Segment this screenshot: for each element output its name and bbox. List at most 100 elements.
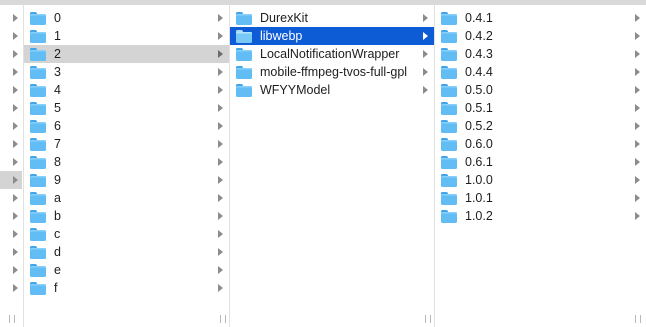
folder-name: 0.5.2 [465,119,493,133]
disclosure-triangle-icon[interactable] [635,104,640,112]
disclosure-triangle-icon[interactable] [13,86,18,94]
folder-row[interactable]: 7 [24,135,229,153]
column-resize-handle[interactable] [9,315,15,323]
disclosure-triangle-icon[interactable] [635,14,640,22]
disclosure-triangle-icon[interactable] [13,50,18,58]
folder-row[interactable]: b [24,207,229,225]
disclosure-triangle-icon[interactable] [218,68,223,76]
disclosure-triangle-icon[interactable] [218,104,223,112]
disclosure-triangle-icon[interactable] [635,158,640,166]
folder-row[interactable]: mobile-ffmpeg-tvos-full-gpl [230,63,434,81]
folder-row[interactable]: 1.0.2 [435,207,646,225]
previous-column-selected-row[interactable] [0,171,22,189]
column-folders-level-2[interactable]: DurexKit libwebp LocalNotificationWrapper m… [230,5,435,327]
folder-row[interactable]: f [24,279,229,297]
disclosure-triangle-icon[interactable] [13,122,18,130]
disclosure-triangle-icon[interactable] [218,284,223,292]
folder-row[interactable]: c [24,225,229,243]
disclosure-triangle-icon[interactable] [635,122,640,130]
folder-icon [30,227,46,241]
disclosure-triangle-icon[interactable] [218,266,223,274]
folder-row[interactable]: 1 [24,27,229,45]
folder-row[interactable]: e [24,261,229,279]
disclosure-triangle-icon[interactable] [13,158,18,166]
disclosure-triangle-icon[interactable] [423,50,428,58]
disclosure-triangle-icon[interactable] [13,212,18,220]
folder-row[interactable]: 0.6.0 [435,135,646,153]
disclosure-triangle-icon[interactable] [218,212,223,220]
folder-row[interactable]: 0.4.2 [435,27,646,45]
column-folders-level-1[interactable]: 0 1 2 3 4 5 6 7 8 9 abcdef [24,5,230,327]
folder-row[interactable]: libwebp [230,27,434,45]
disclosure-triangle-icon[interactable] [13,14,18,22]
disclosure-triangle-icon[interactable] [635,140,640,148]
disclosure-triangle-icon[interactable] [218,122,223,130]
column-resize-handle[interactable] [425,315,431,323]
disclosure-triangle-icon[interactable] [423,14,428,22]
disclosure-triangle-icon[interactable] [13,32,18,40]
folder-row[interactable]: 1.0.1 [435,189,646,207]
disclosure-triangle-icon[interactable] [218,176,223,184]
folder-row[interactable]: 8 [24,153,229,171]
disclosure-triangle-icon[interactable] [13,176,18,184]
folder-row[interactable]: a [24,189,229,207]
folder-name: 1.0.1 [465,191,493,205]
column-resize-handle[interactable] [220,315,226,323]
disclosure-triangle-icon[interactable] [218,158,223,166]
disclosure-triangle-icon[interactable] [218,248,223,256]
disclosure-triangle-icon[interactable] [218,86,223,94]
folder-row[interactable]: 0 [24,9,229,27]
disclosure-triangle-icon[interactable] [635,32,640,40]
folder-icon [30,47,46,61]
folder-name: 1.0.2 [465,209,493,223]
folder-row[interactable]: 0.6.1 [435,153,646,171]
disclosure-triangle-icon[interactable] [218,230,223,238]
folder-row[interactable]: DurexKit [230,9,434,27]
folder-name: 7 [54,137,61,151]
disclosure-triangle-icon[interactable] [13,266,18,274]
disclosure-triangle-icon[interactable] [13,104,18,112]
disclosure-triangle-icon[interactable] [13,140,18,148]
folder-name: WFYYModel [260,83,331,97]
folder-row[interactable]: 0.5.0 [435,81,646,99]
previous-column-strip[interactable] [0,5,24,327]
disclosure-triangle-icon[interactable] [423,86,428,94]
folder-row[interactable]: WFYYModel [230,81,434,99]
disclosure-triangle-icon[interactable] [635,68,640,76]
folder-icon [30,137,46,151]
folder-row[interactable]: 0.4.3 [435,45,646,63]
folder-row[interactable]: 0.5.1 [435,99,646,117]
folder-row[interactable]: 5 [24,99,229,117]
folder-row[interactable]: 0.5.2 [435,117,646,135]
folder-row[interactable]: 4 [24,81,229,99]
folder-row[interactable]: 0.4.4 [435,63,646,81]
disclosure-triangle-icon[interactable] [635,86,640,94]
disclosure-triangle-icon[interactable] [635,212,640,220]
disclosure-triangle-icon[interactable] [635,194,640,202]
disclosure-triangle-icon[interactable] [13,68,18,76]
disclosure-triangle-icon[interactable] [13,248,18,256]
folder-row[interactable]: 6 [24,117,229,135]
disclosure-triangle-icon[interactable] [218,50,223,58]
folder-row[interactable]: LocalNotificationWrapper [230,45,434,63]
disclosure-triangle-icon[interactable] [635,176,640,184]
disclosure-triangle-icon[interactable] [13,230,18,238]
folder-row[interactable]: d [24,243,229,261]
folder-row[interactable]: 3 [24,63,229,81]
disclosure-triangle-icon[interactable] [218,194,223,202]
disclosure-triangle-icon[interactable] [423,68,428,76]
folder-row[interactable]: 1.0.0 [435,171,646,189]
disclosure-triangle-icon[interactable] [423,32,428,40]
disclosure-triangle-icon[interactable] [13,194,18,202]
disclosure-triangle-icon[interactable] [218,14,223,22]
disclosure-triangle-icon[interactable] [218,140,223,148]
column-resize-handle[interactable] [635,315,641,323]
folder-row[interactable]: 0.4.1 [435,9,646,27]
folder-row[interactable]: 2 [24,45,229,63]
folder-icon [441,191,457,205]
disclosure-triangle-icon[interactable] [635,50,640,58]
disclosure-triangle-icon[interactable] [13,284,18,292]
disclosure-triangle-icon[interactable] [218,32,223,40]
column-folders-level-3[interactable]: 0.4.1 0.4.2 0.4.3 0.4.4 0.5.0 0.5.1 0.5.2 0.6.0… [435,5,646,327]
folder-row[interactable]: 9 [24,171,229,189]
